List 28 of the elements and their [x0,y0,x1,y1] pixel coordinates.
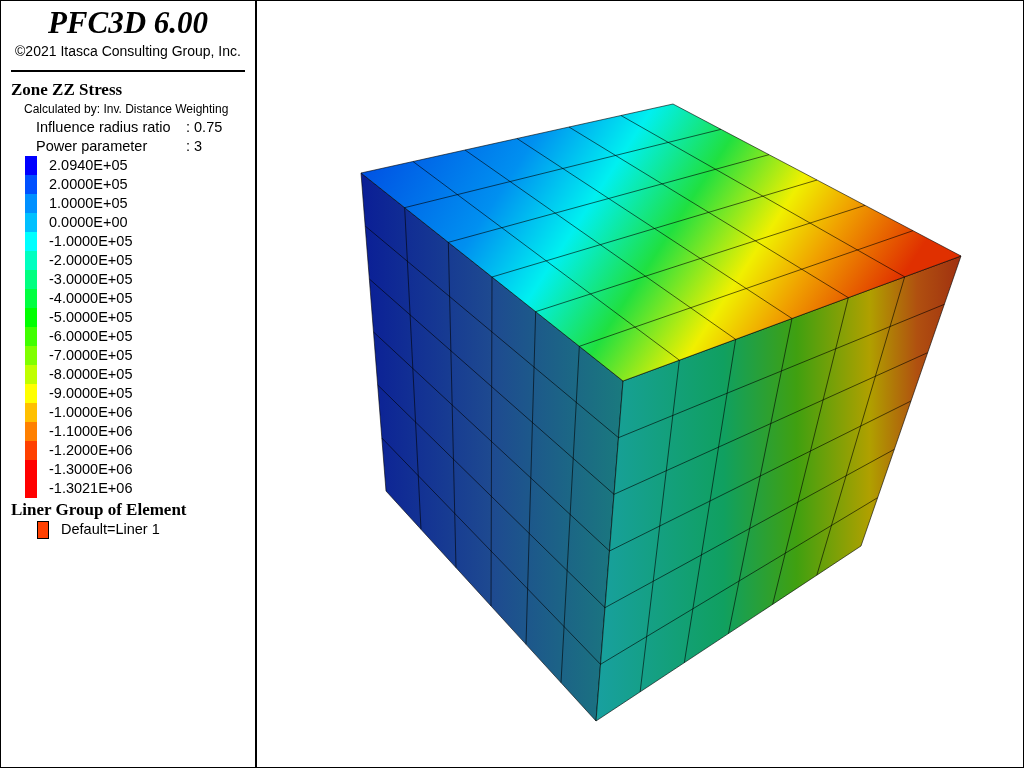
legend-value: -4.0000E+05 [49,288,133,308]
parameter-label: Influence radius ratio [36,118,172,137]
legend-value: -1.1000E+06 [49,421,133,441]
legend-value: -7.0000E+05 [49,345,133,365]
legend-value: -1.3000E+06 [49,459,133,479]
legend-title: Liner Group of Element [11,500,188,520]
legend-label: Default=Liner 1 [61,519,160,539]
legend-value: -9.0000E+05 [49,383,133,403]
legend-value: -8.0000E+05 [49,364,133,384]
method-text: Calculated by: Inv. Distance Weighting [23,101,230,118]
legend-value: -1.3021E+06 [49,478,133,498]
parameter-value: : 3 [186,137,203,156]
copyright-text: ©2021 Itasca Consulting Group, Inc. [14,42,242,61]
legend-value: -1.0000E+05 [49,231,133,251]
legend-value: -2.0000E+05 [49,250,133,270]
legend-value: -6.0000E+05 [49,326,133,346]
legend-value: -1.0000E+06 [49,402,133,422]
legend-value: 1.0000E+05 [49,193,128,213]
app-title: PFC3D 6.00 [46,5,210,41]
legend-value: -3.0000E+05 [49,269,133,289]
legend-value: 0.0000E+00 [49,212,128,232]
legend-value: 2.0000E+05 [49,174,128,194]
parameter-label: Power parameter [36,137,149,156]
legend-value: 2.0940E+05 [49,155,128,175]
legend-title: Zone ZZ Stress [11,80,124,100]
legend-value: -1.2000E+06 [49,440,133,460]
parameter-value: : 0.75 [186,118,223,137]
legend-value: -5.0000E+05 [49,307,133,327]
